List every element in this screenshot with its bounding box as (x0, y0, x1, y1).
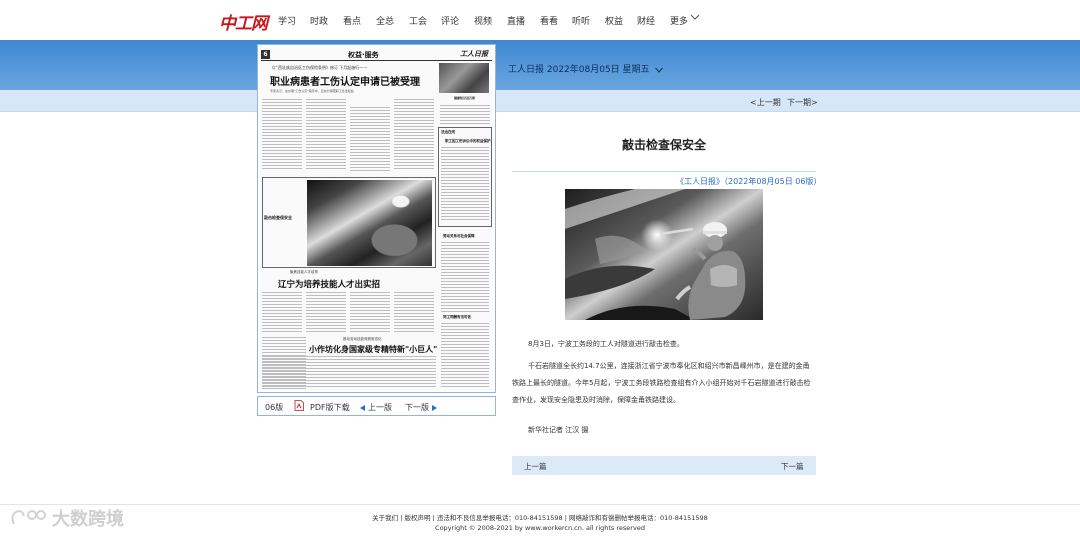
prev-page-label: 上一版 (368, 403, 392, 412)
next-page-label: 下一版 (405, 403, 429, 412)
text-column[interactable] (262, 99, 302, 171)
pdf-download-link[interactable]: PDF版下载 (310, 402, 350, 413)
next-issue-link[interactable]: 下一期> (787, 97, 818, 108)
nav-item-quanzong[interactable]: 全总 (376, 14, 394, 27)
top-right-image-caption: 健康知识进万家 (454, 96, 476, 100)
article-title-rule (512, 171, 816, 172)
nav-item-shizheng[interactable]: 时政 (310, 14, 328, 27)
liaoning-headline[interactable]: 辽宁为培养技能人才出实招 (278, 278, 380, 290)
page-number-badge: 6 (261, 50, 270, 59)
small-kicker: 推动劳动技能竞赛常态化 (343, 337, 382, 341)
nav-item-kandian[interactable]: 看点 (343, 14, 361, 27)
page-masthead: 工人日报 (460, 49, 488, 58)
article-paragraph: 8月3日，宁波工务段的工人对隧道进行敲击检查。 (528, 340, 684, 348)
nav-item-gonghui[interactable]: 工会 (409, 14, 427, 27)
article-byline: 新华社记者 江汉 摄 (528, 426, 589, 434)
liaoning-kicker: 聚焦技能人才培育 (290, 270, 318, 274)
nav-item-tingting[interactable]: 听听 (572, 14, 590, 27)
newspaper-photo-caption[interactable]: 敲击检查保安全 (264, 215, 292, 221)
pdf-icon[interactable] (294, 400, 304, 411)
lead-headline[interactable]: 职业病患者工伤认定申请已被受理 (270, 73, 420, 88)
lead-subtitle: 专家表示，在办理"工伤认定"程序中，应充分保障职工合法权益 (270, 89, 354, 93)
page-section-title: 权益·服务 (348, 51, 379, 59)
footer-divider (0, 504, 1080, 505)
lead-kicker: 《广西壮族自治区工伤保险条例》修订 下月起施行—— (270, 65, 368, 70)
triangle-right-icon (432, 404, 437, 411)
issue-nav-band (0, 90, 1080, 112)
nav-item-zhibo[interactable]: 直播 (507, 14, 525, 27)
next-article-link[interactable]: 下一篇 (781, 461, 804, 472)
article-source: 《工人日报》（2022年08月05日 06版） (676, 177, 822, 186)
text-column[interactable] (306, 292, 346, 332)
text-column[interactable] (350, 107, 390, 171)
chevron-down-icon[interactable] (690, 12, 700, 22)
prev-issue-link[interactable]: <上一期 (750, 97, 781, 108)
article-paragraph: 千石岩隧道全长约14.7公里，连接浙江省宁波市奉化区和绍兴市新昌嵊州市，是在建的… (512, 362, 811, 404)
current-page-label: 06版 (265, 403, 284, 412)
page-header-rule (261, 60, 492, 61)
text-column[interactable] (394, 99, 434, 171)
watermark-text: 大数跨境 (52, 509, 124, 530)
text-column[interactable] (441, 323, 489, 387)
newspaper-page-image[interactable]: 6 权益·服务 工人日报 《广西壮族自治区工伤保险条例》修订 下月起施行—— 职… (260, 47, 493, 390)
text-column[interactable] (441, 147, 489, 221)
footer-links[interactable]: 关于我们 | 版权声明 | 违法和不良信息举报电话：010-84151598 |… (0, 512, 1080, 522)
newspaper-page-panel: 6 权益·服务 工人日报 《广西壮族自治区工伤保险条例》修订 下月起施行—— 职… (257, 44, 496, 393)
top-right-image[interactable] (439, 63, 489, 93)
right-sidebar-subhead[interactable]: 职工因工伤诉讼中的权益保护 (445, 139, 491, 144)
article-nav: 上一篇 下一篇 (512, 456, 816, 475)
text-column[interactable] (262, 356, 436, 389)
prev-article-link[interactable]: 上一篇 (524, 461, 547, 472)
text-column[interactable] (441, 242, 489, 312)
text-column[interactable] (306, 99, 346, 171)
nav-item-more[interactable]: 更多 (670, 14, 688, 27)
nav-item-xuexi[interactable]: 学习 (278, 14, 296, 27)
page: 中工网 学习 时政 看点 全总 工会 评论 视频 直播 看看 听听 权益 财经 … (0, 0, 1080, 539)
text-column[interactable] (440, 105, 490, 125)
next-page-link[interactable]: 下一版 (405, 402, 437, 413)
issue-date-label: 工人日报 2022年08月05日 星期五 (508, 65, 650, 75)
article-photo (565, 189, 763, 320)
top-nav: 中工网 学习 时政 看点 全总 工会 评论 视频 直播 看看 听听 权益 财经 … (0, 0, 1080, 40)
issue-date-select[interactable]: 工人日报 2022年08月05日 星期五 (508, 62, 664, 75)
right-sidebar-subhead[interactable]: 同工同酬有法可依 (443, 315, 471, 320)
tunnel-worker-photo (565, 189, 763, 320)
site-logo[interactable]: 中工网 (219, 9, 268, 34)
right-sidebar-subhead[interactable]: 劳动关系与社会保障 (443, 234, 475, 239)
chevron-down-icon (655, 67, 664, 73)
page-toolbar: 06版 PDF版下载 上一版 下一版 (257, 396, 496, 416)
prev-page-link[interactable]: 上一版 (360, 402, 392, 413)
triangle-left-icon (360, 404, 365, 411)
text-column[interactable] (350, 292, 390, 332)
nav-item-pinglun[interactable]: 评论 (441, 14, 459, 27)
right-sidebar-head[interactable]: 法治在线 (441, 130, 455, 135)
nav-item-shipin[interactable]: 视频 (474, 14, 492, 27)
nav-item-kankan[interactable]: 看看 (540, 14, 558, 27)
text-column[interactable] (394, 292, 434, 332)
newspaper-photo[interactable] (307, 180, 432, 266)
nav-item-quanyi[interactable]: 权益 (605, 14, 623, 27)
nav-item-caijing[interactable]: 财经 (637, 14, 655, 27)
small-headline[interactable]: 小作坊化身国家级专精特新"小巨人" (309, 344, 437, 355)
article-title: 敲击检查保安全 (621, 138, 706, 152)
watermark-logo-icon (11, 510, 46, 525)
text-column[interactable] (262, 292, 302, 332)
footer-copyright: Copyright © 2008-2021 by www.workercn.cn… (435, 524, 645, 532)
